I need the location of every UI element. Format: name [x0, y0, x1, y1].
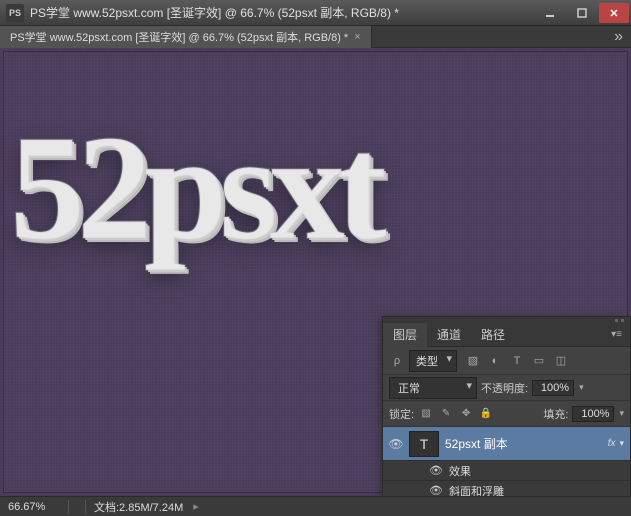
- effects-label: 效果: [449, 463, 471, 479]
- fill-input[interactable]: 100%: [572, 406, 614, 422]
- effect-eye-icon[interactable]: 👁: [429, 464, 449, 477]
- lock-icons: ▧ ✎ ✥ 🔒: [418, 406, 494, 422]
- window-controls: [535, 3, 631, 23]
- filter-type-icon[interactable]: T: [509, 353, 525, 369]
- fill-arrow-icon[interactable]: ▾: [619, 408, 624, 419]
- zoom-level[interactable]: 66.67%: [0, 501, 68, 513]
- search-icon: ρ: [389, 353, 405, 369]
- effect-name: 斜面和浮雕: [449, 483, 504, 497]
- panel-tabs: 图层 通道 路径 ▾≡: [383, 323, 630, 347]
- filter-icons: ▧ ◐ T ▭ ◫: [465, 353, 569, 369]
- title-bar: PS PS学堂 www.52psxt.com [圣诞字效] @ 66.7% (5…: [0, 0, 631, 26]
- status-bar: 66.67% 文档:2.85M/7.24M ▸: [0, 496, 631, 516]
- layer-name[interactable]: 52psxt 副本: [445, 435, 608, 452]
- status-separator: [68, 500, 86, 514]
- document-tab-bar: PS学堂 www.52psxt.com [圣诞字效] @ 66.7% (52ps…: [0, 26, 631, 48]
- layers-list: 👁 T 52psxt 副本 fx ▾ 👁 效果 👁 斜面和浮雕 👁 内阴影: [383, 427, 630, 496]
- document-info[interactable]: 文档:2.85M/7.24M: [86, 499, 191, 515]
- fill-label: 填充:: [543, 406, 568, 422]
- tab-paths[interactable]: 路径: [471, 323, 515, 347]
- opacity-label: 不透明度:: [481, 380, 528, 396]
- filter-smart-icon[interactable]: ◫: [553, 353, 569, 369]
- blend-mode-row: 正常 不透明度: 100% ▾: [383, 375, 630, 401]
- document-tab[interactable]: PS学堂 www.52psxt.com [圣诞字效] @ 66.7% (52ps…: [0, 26, 372, 48]
- tab-bar-chevron-icon[interactable]: »: [606, 28, 631, 46]
- canvas-area[interactable]: 52psxt 图层 通道 路径 ▾≡ ρ 类型 ▧ ◐ T ▭ ◫ 正常 不透明…: [0, 48, 631, 496]
- docinfo-arrow-icon[interactable]: ▸: [193, 500, 199, 513]
- canvas-text-layer: 52psxt: [10, 102, 379, 274]
- lock-transparent-icon[interactable]: ▧: [418, 406, 434, 422]
- lock-row: 锁定: ▧ ✎ ✥ 🔒 填充: 100% ▾: [383, 401, 630, 427]
- filter-kind-dropdown[interactable]: 类型: [409, 350, 457, 372]
- fx-indicator: fx: [608, 438, 616, 449]
- opacity-arrow-icon[interactable]: ▾: [579, 382, 584, 393]
- lock-all-icon[interactable]: 🔒: [478, 406, 494, 422]
- close-button[interactable]: [599, 3, 629, 23]
- tab-layers[interactable]: 图层: [383, 323, 427, 347]
- tab-channels[interactable]: 通道: [427, 323, 471, 347]
- blend-mode-dropdown[interactable]: 正常: [389, 377, 477, 399]
- fx-toggle-icon[interactable]: ▾: [619, 438, 624, 449]
- lock-pixels-icon[interactable]: ✎: [438, 406, 454, 422]
- filter-adjust-icon[interactable]: ◐: [487, 353, 503, 369]
- app-icon: PS: [6, 4, 24, 22]
- layers-panel: 图层 通道 路径 ▾≡ ρ 类型 ▧ ◐ T ▭ ◫ 正常 不透明度: 100%…: [382, 316, 631, 496]
- panel-menu-icon[interactable]: ▾≡: [603, 329, 630, 340]
- maximize-button[interactable]: [567, 3, 597, 23]
- layer-item[interactable]: 👁 T 52psxt 副本 fx ▾: [383, 427, 630, 461]
- lock-position-icon[interactable]: ✥: [458, 406, 474, 422]
- effects-header[interactable]: 👁 效果: [383, 461, 630, 481]
- effect-bevel[interactable]: 👁 斜面和浮雕: [383, 481, 630, 496]
- tab-close-icon[interactable]: ×: [354, 31, 360, 43]
- layer-filter-row: ρ 类型 ▧ ◐ T ▭ ◫: [383, 347, 630, 375]
- minimize-button[interactable]: [535, 3, 565, 23]
- filter-pixel-icon[interactable]: ▧: [465, 353, 481, 369]
- layer-thumbnail[interactable]: T: [409, 431, 439, 457]
- window-title: PS学堂 www.52psxt.com [圣诞字效] @ 66.7% (52ps…: [30, 4, 535, 21]
- effect-eye-icon[interactable]: 👁: [429, 484, 449, 496]
- filter-shape-icon[interactable]: ▭: [531, 353, 547, 369]
- lock-label: 锁定:: [389, 406, 414, 422]
- tab-label: PS学堂 www.52psxt.com [圣诞字效] @ 66.7% (52ps…: [10, 29, 348, 45]
- visibility-eye-icon[interactable]: 👁: [383, 437, 409, 451]
- opacity-input[interactable]: 100%: [532, 380, 574, 396]
